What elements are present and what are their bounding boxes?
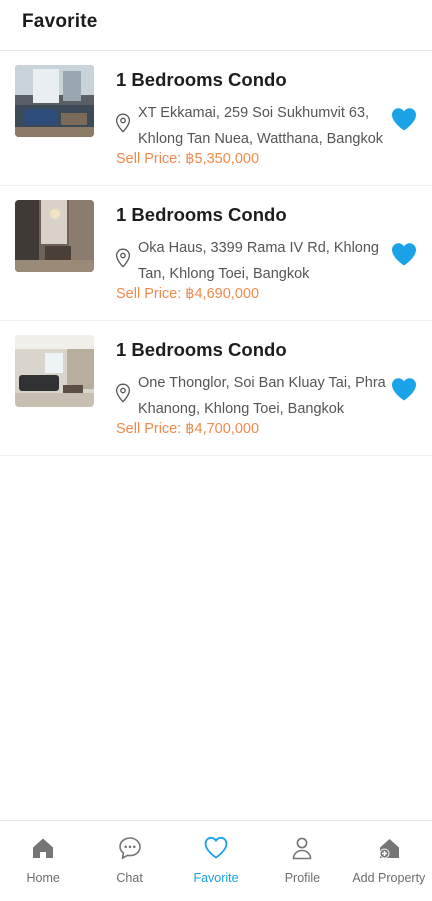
tab-label: Add Property (352, 871, 426, 885)
tab-add-property[interactable]: Add Property (346, 821, 432, 901)
add-property-icon (379, 839, 399, 859)
location-pin-icon (115, 113, 131, 133)
listing-price: Sell Price: ฿4,690,000 (116, 286, 260, 302)
listing-title: 1 Bedrooms Condo (116, 69, 287, 90)
listing-photo[interactable] (15, 65, 94, 137)
listing-address: Oka Haus, 3399 Rama IV Rd, Khlong Tan, K… (138, 240, 379, 282)
profile-icon (293, 837, 312, 860)
tab-favorite[interactable]: Favorite (173, 821, 259, 901)
app-header: Favorite (0, 0, 432, 51)
chat-icon (118, 837, 141, 860)
bottom-tab-bar: Home Chat Favorite Profile Add Property (0, 820, 432, 901)
listing-card[interactable]: 1 Bedrooms Condo XT Ekkamai, 259 Soi Suk… (0, 51, 432, 186)
listing-price: Sell Price: ฿4,700,000 (116, 421, 260, 437)
listing-card[interactable]: 1 Bedrooms Condo One Thonglor, Soi Ban K… (0, 321, 432, 456)
tab-label: Profile (284, 871, 321, 885)
tab-chat[interactable]: Chat (86, 821, 172, 901)
favorite-heart-icon[interactable] (390, 241, 418, 267)
listing-address: XT Ekkamai, 259 Soi Sukhumvit 63, Khlong… (138, 105, 384, 147)
listing-title: 1 Bedrooms Condo (116, 204, 287, 225)
listing-photo[interactable] (15, 335, 94, 407)
location-pin-icon (115, 248, 131, 268)
tab-label: Home (26, 871, 60, 885)
favorite-heart-icon[interactable] (390, 376, 418, 402)
page-title: Favorite (22, 11, 98, 32)
listing-card[interactable]: 1 Bedrooms Condo Oka Haus, 3399 Rama IV … (0, 186, 432, 321)
heart-icon (204, 836, 228, 859)
listing-address: One Thonglor, Soi Ban Kluay Tai, Phra Kh… (138, 375, 386, 417)
location-pin-icon (115, 383, 131, 403)
tab-label: Favorite (193, 871, 239, 885)
favorite-list: 1 Bedrooms Condo XT Ekkamai, 259 Soi Suk… (0, 51, 432, 456)
tab-label: Chat (116, 871, 143, 885)
listing-title: 1 Bedrooms Condo (116, 339, 287, 360)
listing-price: Sell Price: ฿5,350,000 (116, 151, 260, 167)
favorite-heart-icon[interactable] (390, 106, 418, 132)
tab-profile[interactable]: Profile (259, 821, 345, 901)
tab-home[interactable]: Home (0, 821, 86, 901)
home-icon (33, 838, 54, 858)
listing-photo[interactable] (15, 200, 94, 272)
